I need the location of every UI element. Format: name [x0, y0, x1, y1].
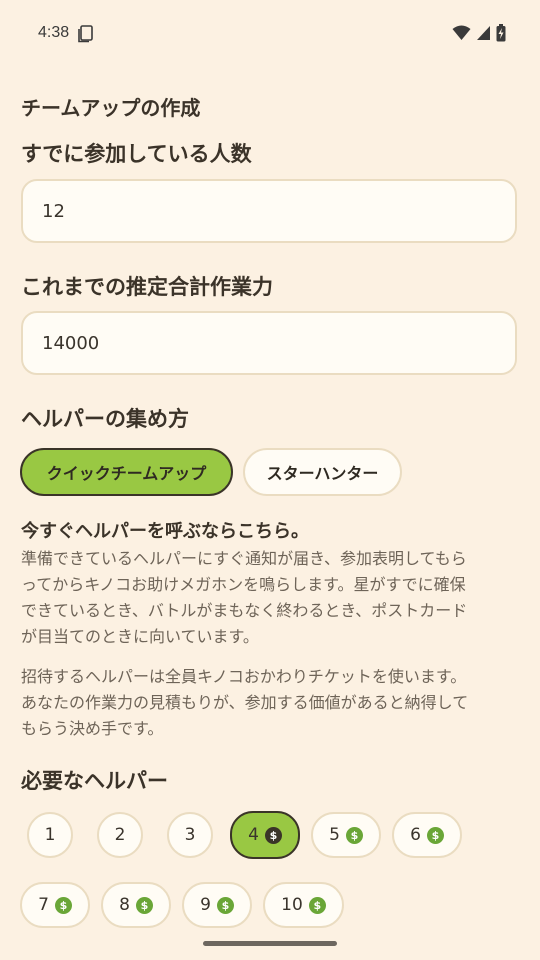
helper-chip-3[interactable]: 3 [167, 812, 213, 858]
coin-icon: $ [135, 896, 153, 914]
helper-chip-number: 6 [410, 825, 421, 845]
desc-line: 準備できているヘルパーにすぐ通知が届き、参加表明してもら [21, 549, 467, 568]
helper-chip-number: 7 [38, 895, 49, 915]
quick-description-2: 招待するヘルパーは全員キノコおかわりチケットを使います。 あなたの作業力の見積も… [21, 664, 521, 742]
helper-chip-9[interactable]: 9 $ [182, 882, 252, 928]
helper-chip-7[interactable]: 7 $ [20, 882, 90, 928]
signal-icon [476, 25, 491, 45]
desc-line: 招待するヘルパーは全員キノコおかわりチケットを使います。 [21, 667, 467, 686]
coin-icon: $ [426, 826, 444, 844]
helper-chip-number: 2 [114, 825, 126, 845]
helper-chip-2[interactable]: 2 [97, 812, 143, 858]
helper-chip-number: 3 [184, 825, 196, 845]
coin-icon: $ [345, 826, 363, 844]
coin-icon: $ [264, 826, 282, 844]
power-input[interactable]: 14000 [21, 311, 517, 375]
helpers-label: 必要なヘルパー [21, 769, 168, 793]
quick-headline: 今すぐヘルパーを呼ぶならこちら。 [21, 521, 309, 542]
power-label: これまでの推定合計作業力 [21, 275, 273, 299]
helper-chip-8[interactable]: 8 $ [101, 882, 171, 928]
quick-description-1: 準備できているヘルパーにすぐ通知が届き、参加表明してもら ってからキノコお助けメ… [21, 546, 521, 650]
helper-chip-number: 10 [281, 895, 303, 915]
helper-chip-number: 5 [329, 825, 340, 845]
method-chip-star-hunter[interactable]: スターハンター [243, 448, 402, 496]
helper-chip-number: 1 [44, 825, 56, 845]
desc-line: が目当てのときに向いています。 [21, 627, 259, 646]
helper-chip-10[interactable]: 10 $ [263, 882, 344, 928]
method-chip-label: スターハンター [266, 464, 379, 483]
status-time: 4:38 [38, 24, 70, 41]
helper-chip-number: 8 [119, 895, 130, 915]
status-bar: 4:38 [0, 0, 540, 68]
coin-icon: $ [54, 896, 72, 914]
desc-line: ってからキノコお助けメガホンを鳴らします。星がすでに確保 [21, 575, 466, 594]
joined-count-label: すでに参加している人数 [21, 142, 252, 166]
joined-count-input[interactable]: 12 [21, 179, 517, 243]
helper-chip-number: 4 [248, 825, 259, 845]
helper-chip-number: 9 [200, 895, 211, 915]
method-chip-quick-teamup[interactable]: クイックチームアップ [20, 448, 233, 496]
helper-chip-4[interactable]: 4 $ [230, 811, 300, 859]
coin-icon: $ [308, 896, 326, 914]
desc-line: もらう決め手です。 [21, 719, 164, 738]
wifi-icon [452, 25, 471, 45]
page-title: チームアップの作成 [21, 96, 201, 120]
desc-line: あなたの作業力の見積もりが、参加する価値があると納得して [21, 693, 469, 712]
battery-icon [496, 24, 506, 46]
coin-icon: $ [216, 896, 234, 914]
method-chip-label: クイックチームアップ [46, 464, 207, 483]
helper-chip-1[interactable]: 1 [27, 812, 73, 858]
desc-line: できているとき、バトルがまもなく終わるとき、ポストカード [21, 601, 468, 620]
home-indicator[interactable] [203, 941, 337, 946]
method-label: ヘルパーの集め方 [21, 407, 189, 431]
joined-count-value: 12 [42, 201, 65, 222]
helper-chip-6[interactable]: 6 $ [392, 812, 462, 858]
screenshot-notification-icon [78, 25, 94, 47]
power-value: 14000 [42, 333, 100, 354]
helper-chip-5[interactable]: 5 $ [311, 812, 381, 858]
